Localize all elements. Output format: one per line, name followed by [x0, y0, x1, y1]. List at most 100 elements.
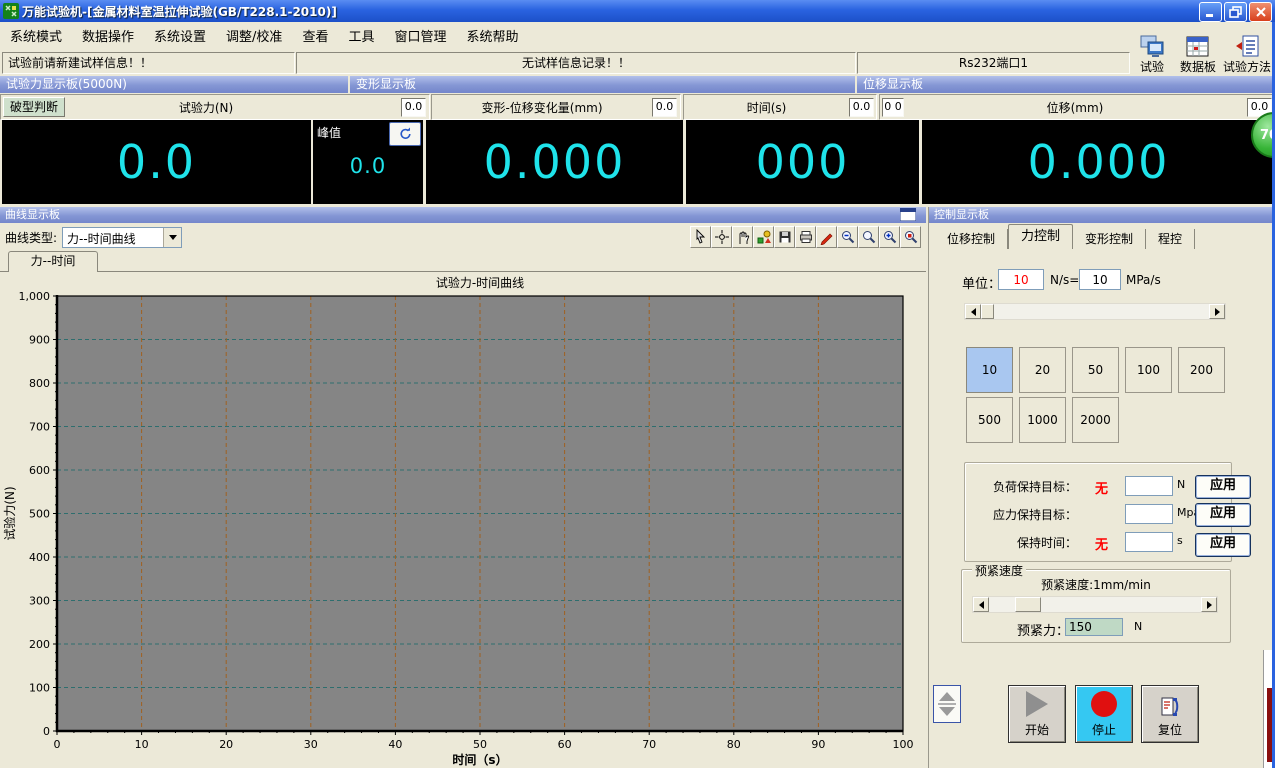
menu-system-help[interactable]: 系统帮助: [456, 23, 528, 48]
menu-view[interactable]: 查看: [292, 23, 338, 48]
peak-value: 0.0: [313, 154, 423, 178]
svg-text:20: 20: [219, 738, 233, 751]
force-label: 试验力(N): [41, 99, 371, 116]
minimize-button[interactable]: [1199, 2, 1222, 22]
preload-group: 预紧速度 预紧速度:1mm/min 预紧力： N: [961, 569, 1231, 643]
force-label-section: 破型判断 试验力(N) 0.0: [0, 94, 430, 120]
menu-tools[interactable]: 工具: [338, 23, 384, 48]
chevron-down-icon: [169, 235, 177, 240]
hold-time-unit: s: [1177, 534, 1183, 547]
speed-button-200[interactable]: 200: [1178, 347, 1225, 393]
zoom-in-icon[interactable]: [879, 226, 900, 248]
time-display: 000: [686, 120, 919, 204]
displacement-label: 位移(mm): [910, 99, 1240, 116]
menu-system-settings[interactable]: 系统设置: [144, 23, 216, 48]
svg-text:300: 300: [29, 595, 50, 608]
svg-text:1,000: 1,000: [19, 290, 51, 303]
preload-scroll-right-button[interactable]: [1201, 597, 1217, 612]
tab-deform-control[interactable]: 变形控制: [1073, 229, 1146, 249]
tab-force-time[interactable]: 力--时间: [8, 251, 98, 272]
preload-scrollbar-thumb[interactable]: [1015, 597, 1041, 612]
pen-icon[interactable]: [816, 226, 837, 248]
stop-button[interactable]: 停止: [1075, 685, 1133, 743]
control-panel-header: 控制显示板: [929, 207, 1275, 223]
speed-button-20[interactable]: 20: [1019, 347, 1066, 393]
time-small-value: 0.0: [849, 98, 874, 117]
zoom-reset-icon[interactable]: [900, 226, 921, 248]
hold-time-status: 无: [1095, 534, 1108, 553]
crosshair-icon[interactable]: [711, 226, 732, 248]
speed-button-10[interactable]: 10: [966, 347, 1013, 393]
tab-force-control[interactable]: 力控制: [1008, 224, 1073, 249]
restore-button[interactable]: [1224, 2, 1247, 22]
hold-time-apply-button[interactable]: 应用: [1195, 533, 1251, 557]
curve-type-select[interactable]: 力--时间曲线: [62, 227, 182, 248]
options-icon[interactable]: [753, 226, 774, 248]
rate-mpa-input[interactable]: [1079, 269, 1121, 290]
stress-hold-input[interactable]: [1125, 504, 1173, 524]
svg-text:试验力-时间曲线: 试验力-时间曲线: [436, 275, 524, 290]
arrow-right-icon: [1215, 308, 1220, 316]
curve-type-value: 力--时间曲线: [67, 230, 136, 247]
preload-scroll-left-button[interactable]: [973, 597, 989, 612]
scroll-right-button[interactable]: [1209, 304, 1225, 319]
pan-hand-icon[interactable]: [732, 226, 753, 248]
jog-up-down-button[interactable]: [933, 685, 961, 723]
menu-system-mode[interactable]: 系统模式: [0, 23, 72, 48]
rate-scrollbar-thumb[interactable]: [981, 304, 994, 319]
method-doc-icon: [1234, 34, 1260, 60]
stress-hold-apply-button[interactable]: 应用: [1195, 503, 1251, 527]
time-label: 时间(s): [684, 99, 849, 116]
speed-button-100[interactable]: 100: [1125, 347, 1172, 393]
pointer-icon[interactable]: [690, 226, 711, 248]
load-hold-input[interactable]: [1125, 476, 1173, 496]
scroll-left-button[interactable]: [965, 304, 981, 319]
svg-text:10: 10: [135, 738, 149, 751]
menu-window-management[interactable]: 窗口管理: [384, 23, 456, 48]
zoom-icon[interactable]: [858, 226, 879, 248]
preload-force-unit: N: [1134, 620, 1142, 633]
speed-button-2000[interactable]: 2000: [1072, 397, 1119, 443]
rate-n-input[interactable]: [998, 269, 1044, 290]
speed-button-50[interactable]: 50: [1072, 347, 1119, 393]
svg-text:试验力(N): 试验力(N): [2, 486, 17, 540]
start-button[interactable]: 开始: [1008, 685, 1066, 743]
test-method-button[interactable]: 试验方法: [1221, 28, 1273, 75]
preload-force-input[interactable]: [1065, 618, 1123, 636]
reset-button[interactable]: 复位: [1141, 685, 1199, 743]
curve-tab-row: 力--时间: [0, 251, 926, 272]
tab-program-control[interactable]: 程控: [1146, 229, 1195, 249]
arrow-left-icon: [979, 601, 984, 609]
unit-suffix-label: MPa/s: [1126, 273, 1161, 287]
data-grid-icon: [1185, 34, 1211, 60]
peak-reset-button[interactable]: [389, 122, 421, 146]
divider: [938, 703, 956, 705]
curve-panel-title: 曲线显示板: [5, 208, 60, 221]
speed-button-500[interactable]: 500: [966, 397, 1013, 443]
app-icon: [3, 3, 19, 22]
hold-time-input[interactable]: [1125, 532, 1173, 552]
menu-adjust-calibrate[interactable]: 调整/校准: [216, 23, 292, 48]
preload-scrollbar[interactable]: [972, 596, 1218, 613]
load-hold-apply-button[interactable]: 应用: [1195, 475, 1251, 499]
load-hold-unit: N: [1177, 478, 1185, 491]
close-button[interactable]: [1249, 2, 1272, 22]
test-button-label: 试验: [1140, 60, 1164, 74]
menu-data-operation[interactable]: 数据操作: [72, 23, 144, 48]
force-display: 0.0: [2, 120, 311, 204]
test-button[interactable]: 试验: [1129, 28, 1175, 75]
force-small-value: 0.0: [401, 98, 426, 117]
dropdown-button[interactable]: [163, 228, 181, 247]
print-icon[interactable]: [795, 226, 816, 248]
deform-display: 0.000: [426, 120, 683, 204]
start-button-label: 开始: [1025, 721, 1049, 738]
displacement-panel-header: 位移显示板: [857, 76, 1275, 93]
data-board-button[interactable]: 数据板: [1175, 28, 1221, 75]
tab-displacement-control[interactable]: 位移控制: [935, 229, 1008, 249]
rate-scrollbar[interactable]: [964, 303, 1226, 320]
save-icon[interactable]: [774, 226, 795, 248]
menu-bar: 系统模式 数据操作 系统设置 调整/校准 查看 工具 窗口管理 系统帮助: [0, 22, 1275, 48]
zoom-out-icon[interactable]: [837, 226, 858, 248]
speed-button-1000[interactable]: 1000: [1019, 397, 1066, 443]
svg-text:100: 100: [893, 738, 914, 751]
